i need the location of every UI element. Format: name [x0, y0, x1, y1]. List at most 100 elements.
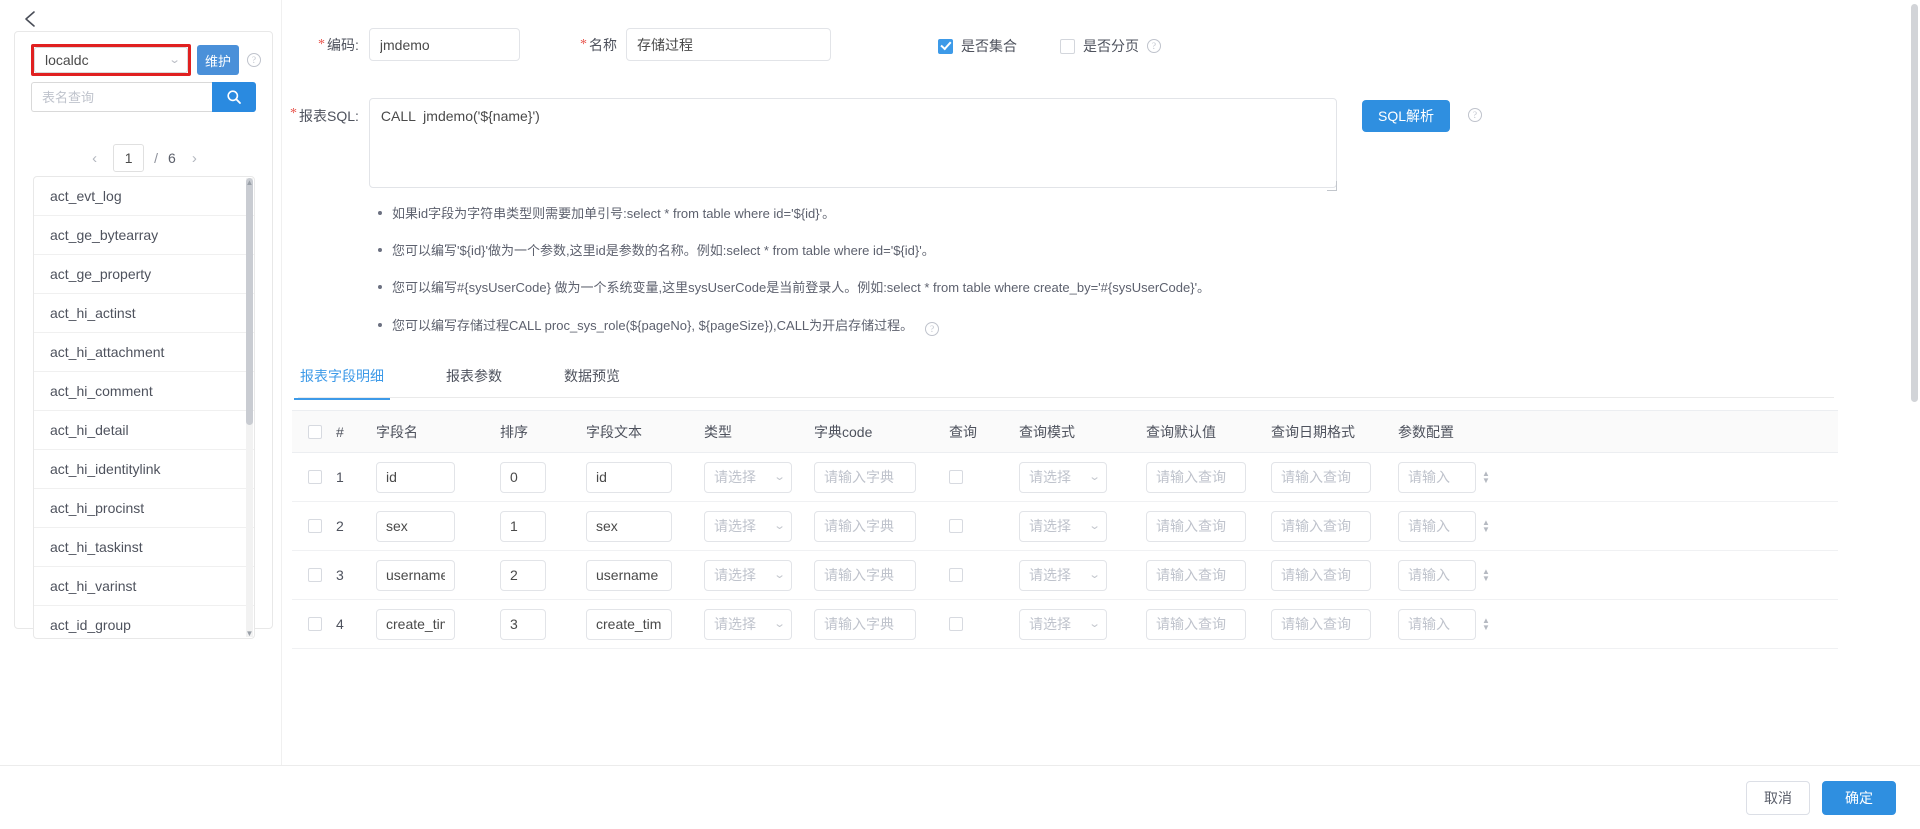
query-default-input[interactable] [1146, 510, 1246, 542]
table-list-item[interactable]: act_hi_attachment [34, 333, 254, 372]
query-date-format-input[interactable] [1271, 461, 1371, 493]
query-default-cell [1146, 559, 1271, 591]
prev-page-button[interactable]: ‹ [86, 148, 103, 169]
back-button[interactable] [14, 4, 48, 34]
query-mode-select[interactable]: 请选择 ⌄ [1019, 559, 1107, 591]
table-list-item[interactable]: act_hi_varinst [34, 567, 254, 606]
query-date-format-input[interactable] [1271, 608, 1371, 640]
type-select[interactable]: 请选择 ⌄ [704, 608, 792, 640]
page-number-input[interactable]: 1 [113, 144, 145, 172]
dict-code-input[interactable] [814, 608, 916, 640]
stepper-arrows-icon[interactable]: ▲ ▼ [1482, 519, 1490, 534]
name-input[interactable] [626, 28, 831, 61]
search-input[interactable] [31, 82, 212, 112]
page-scroll-track[interactable] [1909, 0, 1920, 829]
dict-code-input[interactable] [814, 510, 916, 542]
field-text-input[interactable] [586, 559, 672, 591]
type-select-value: 请选择 [714, 518, 756, 534]
question-circle-icon[interactable]: ? [1468, 108, 1482, 122]
table-list-item[interactable]: act_evt_log [34, 177, 254, 216]
field-name-input[interactable] [376, 608, 455, 640]
row-select-checkbox[interactable] [308, 568, 322, 582]
field-name-input[interactable] [376, 559, 455, 591]
type-select[interactable]: 请选择 ⌄ [704, 461, 792, 493]
sql-parse-button[interactable]: SQL解析 [1362, 100, 1451, 132]
code-input[interactable] [368, 28, 520, 61]
stepper-arrows-icon[interactable]: ▲ ▼ [1482, 470, 1490, 485]
query-date-format-input[interactable] [1271, 559, 1371, 591]
dict-code-input[interactable] [814, 559, 916, 591]
select-all-checkbox[interactable] [308, 424, 322, 439]
table-list-item[interactable]: act_hi_procinst [34, 489, 254, 528]
search-button[interactable] [212, 82, 256, 112]
sort-input[interactable] [500, 510, 546, 542]
tab-数据预览[interactable]: 数据预览 [562, 358, 622, 399]
table-search-row [31, 82, 256, 112]
is-collection-checkbox[interactable] [938, 38, 953, 54]
field-name-input[interactable] [376, 510, 455, 542]
table-list-item[interactable]: act_id_group [34, 606, 254, 638]
tab-field-detail[interactable]: 报表字段明细 [294, 358, 390, 400]
question-circle-icon[interactable]: ? [1147, 39, 1161, 53]
dict-code-input[interactable] [814, 461, 916, 493]
row-select-checkbox[interactable] [308, 519, 322, 533]
tab-报表参数[interactable]: 报表参数 [444, 358, 504, 399]
param-config-input[interactable] [1398, 461, 1476, 493]
table-list-item[interactable]: act_hi_identitylink [34, 450, 254, 489]
stepper-arrows-icon[interactable]: ▲ ▼ [1482, 568, 1490, 583]
page-separator: / [154, 150, 159, 166]
table-list-item[interactable]: act_hi_comment [34, 372, 254, 411]
query-checkbox[interactable] [949, 617, 963, 631]
query-mode-select[interactable]: 请选择 ⌄ [1019, 608, 1107, 640]
is-paging-checkbox[interactable] [1060, 38, 1075, 54]
table-list-item[interactable]: act_hi_taskinst [34, 528, 254, 567]
query-date-format-input[interactable] [1271, 510, 1371, 542]
query-default-input[interactable] [1146, 461, 1246, 493]
is-paging-checkbox-group[interactable]: 是否分页 ? [1060, 36, 1161, 56]
is-collection-checkbox-group[interactable]: 是否集合 [938, 36, 1017, 56]
query-mode-select[interactable]: 请选择 ⌄ [1019, 461, 1107, 493]
param-config-stepper[interactable]: ▲▼ [1398, 559, 1490, 591]
question-circle-icon[interactable]: ? [925, 322, 940, 337]
maintain-button[interactable]: 维护 [197, 45, 240, 75]
sort-input[interactable] [500, 559, 546, 591]
question-circle-icon[interactable]: ? [247, 53, 262, 67]
table-list-item[interactable]: act_hi_detail [34, 411, 254, 450]
field-name-input[interactable] [376, 461, 455, 493]
table-list-item[interactable]: act_ge_property [34, 255, 254, 294]
query-default-input[interactable] [1146, 608, 1246, 640]
page-scroll-thumb[interactable] [1911, 4, 1918, 402]
param-config-stepper[interactable]: ▲▼ [1398, 608, 1490, 640]
datasource-select[interactable]: localdc ⌄ [34, 47, 188, 73]
row-select-checkbox[interactable] [308, 617, 322, 631]
query-checkbox[interactable] [949, 568, 963, 582]
table-list-scrollbar[interactable] [246, 178, 253, 425]
field-text-input[interactable] [586, 461, 672, 493]
query-checkbox[interactable] [949, 470, 963, 484]
confirm-button[interactable]: 确定 [1822, 780, 1896, 815]
scroll-down-icon[interactable]: ▼ [245, 628, 254, 638]
query-checkbox[interactable] [949, 519, 963, 533]
stepper-arrows-icon[interactable]: ▲ ▼ [1482, 617, 1490, 632]
table-list-item[interactable]: act_ge_bytearray [34, 216, 254, 255]
type-select[interactable]: 请选择 ⌄ [704, 510, 792, 542]
param-config-input[interactable] [1398, 559, 1476, 591]
sort-input[interactable] [500, 608, 546, 640]
param-config-input[interactable] [1398, 608, 1476, 640]
type-select[interactable]: 请选择 ⌄ [704, 559, 792, 591]
scroll-up-icon[interactable]: ▲ [245, 177, 254, 187]
sql-textarea[interactable] [368, 98, 1337, 188]
textarea-resize-handle[interactable] [1326, 181, 1337, 191]
field-text-input[interactable] [586, 510, 672, 542]
next-page-button[interactable]: › [186, 148, 203, 169]
param-config-input[interactable] [1398, 510, 1476, 542]
field-text-input[interactable] [586, 608, 672, 640]
sort-input[interactable] [500, 461, 546, 493]
row-select-checkbox[interactable] [308, 470, 322, 484]
cancel-button[interactable]: 取消 [1746, 780, 1810, 815]
table-list-item[interactable]: act_hi_actinst [34, 294, 254, 333]
param-config-stepper[interactable]: ▲▼ [1398, 510, 1490, 542]
query-mode-select[interactable]: 请选择 ⌄ [1019, 510, 1107, 542]
param-config-stepper[interactable]: ▲▼ [1398, 461, 1490, 493]
query-default-input[interactable] [1146, 559, 1246, 591]
